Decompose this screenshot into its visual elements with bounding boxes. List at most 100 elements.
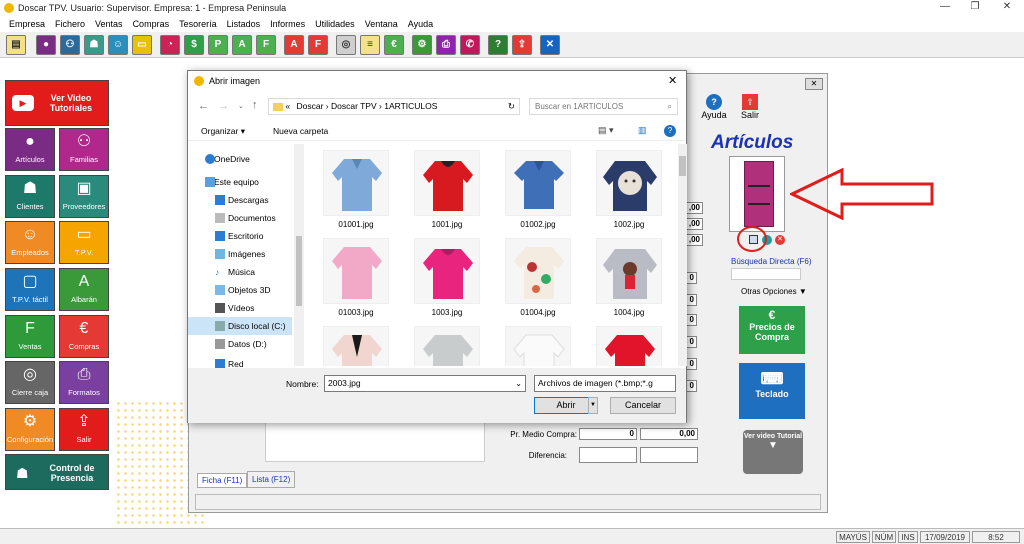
nueva-carpeta-button[interactable]: Nueva carpeta: [273, 126, 328, 136]
empleados-tool-icon[interactable]: ☺: [108, 35, 128, 55]
list-tool-icon[interactable]: ≡: [360, 35, 380, 55]
file-thumbnail[interactable]: [414, 326, 480, 366]
nav-onedrive[interactable]: OneDrive: [188, 150, 288, 168]
forward-icon[interactable]: →: [218, 100, 229, 112]
familias-tool-icon[interactable]: ⚇: [60, 35, 80, 55]
nav-red[interactable]: Red: [188, 355, 288, 368]
file-thumbnail[interactable]: [323, 326, 389, 366]
config-tool-icon[interactable]: ⚙: [412, 35, 432, 55]
sidebar-tile-articulos[interactable]: ● Artículos: [5, 128, 55, 171]
sidebar-tile-salir[interactable]: ⇪ Salir: [59, 408, 109, 451]
articulos-tool-icon[interactable]: ●: [36, 35, 56, 55]
sidebar-tile-tpv-tactil[interactable]: ▢ T.P.V. táctil: [5, 268, 55, 311]
filename-input[interactable]: 2003.jpg ⌄: [324, 375, 526, 392]
phone-tool-icon[interactable]: ✆: [460, 35, 480, 55]
busqueda-directa-link[interactable]: Búsqueda Directa (F6): [731, 257, 811, 266]
preview-pane-icon[interactable]: ▥: [638, 125, 647, 136]
caja-tool-icon[interactable]: ◔: [160, 35, 180, 55]
tab-ficha[interactable]: Ficha (F11): [197, 473, 248, 488]
sidebar-tile-ventas[interactable]: F Ventas: [5, 315, 55, 358]
file-thumbnail[interactable]: [414, 238, 480, 304]
minimize-icon[interactable]: —: [930, 1, 960, 15]
menu-empresa[interactable]: Empresa: [4, 16, 50, 32]
nav-videos[interactable]: Vídeos: [188, 299, 288, 317]
sidebar-tile-tpv[interactable]: ▭ T.P.V.: [59, 221, 109, 264]
factura-compra-tool-icon[interactable]: F: [308, 35, 328, 55]
menu-fichero[interactable]: Fichero: [50, 16, 90, 32]
euro-tool-icon[interactable]: €: [384, 35, 404, 55]
sidebar-tile-familias[interactable]: ⚇ Familias: [59, 128, 109, 171]
menu-ventas[interactable]: Ventas: [90, 16, 128, 32]
dialog-close-icon[interactable]: ✕: [668, 74, 677, 87]
exit-tool-icon[interactable]: ⇪: [512, 35, 532, 55]
dialog-help-icon[interactable]: ?: [664, 125, 676, 137]
nav-este-equipo[interactable]: Este equipo: [188, 173, 288, 191]
menu-ayuda[interactable]: Ayuda: [403, 16, 438, 32]
sidebar-tile-cierre-caja[interactable]: ◎ Cierre caja: [5, 361, 55, 404]
breadcrumb-overflow[interactable]: «: [285, 101, 290, 111]
menu-listados[interactable]: Listados: [222, 16, 266, 32]
abrir-dropdown-button[interactable]: ▼: [588, 397, 598, 414]
file-thumbnail[interactable]: [505, 150, 571, 216]
sidebar-tile-configuracion[interactable]: ⚙ Configuración: [5, 408, 55, 451]
nav-datos[interactable]: Datos (D:): [188, 335, 288, 353]
nav-disco-local[interactable]: Disco local (C:): [188, 317, 292, 335]
menu-ventana[interactable]: Ventana: [360, 16, 403, 32]
view-icon[interactable]: ▤ ▾: [598, 125, 614, 136]
teclado-button[interactable]: ⌨ Teclado: [739, 363, 805, 419]
control-presencia-tile[interactable]: ☗ Control de Presencia: [5, 454, 109, 490]
nav-scrollbar[interactable]: [294, 144, 304, 366]
help-tool-icon[interactable]: ?: [488, 35, 508, 55]
window-close-icon[interactable]: ✕: [805, 78, 823, 90]
file-thumbnail[interactable]: [596, 326, 662, 366]
file-thumbnail[interactable]: [505, 326, 571, 366]
sidebar-tile-empleados[interactable]: ☺ Empleados: [5, 221, 55, 264]
file-thumbnail[interactable]: [505, 238, 571, 304]
search-input[interactable]: Buscar en 1ARTICULOS ⌕: [529, 98, 678, 115]
menu-informes[interactable]: Informes: [265, 16, 310, 32]
safe-tool-icon[interactable]: ◎: [336, 35, 356, 55]
breadcrumb-1articulos[interactable]: 1ARTICULOS: [384, 101, 437, 111]
ayuda-button[interactable]: ? Ayuda: [699, 94, 729, 120]
breadcrumb-doscar[interactable]: Doscar: [296, 101, 323, 111]
menu-utilidades[interactable]: Utilidades: [310, 16, 360, 32]
up-icon[interactable]: ↑: [252, 99, 258, 111]
back-icon[interactable]: ←: [198, 100, 209, 112]
file-thumbnail[interactable]: [323, 150, 389, 216]
nav-escritorio[interactable]: Escritorio: [188, 227, 288, 245]
cancelar-button[interactable]: Cancelar: [610, 397, 676, 414]
busqueda-field[interactable]: [731, 268, 801, 280]
precios-compra-button[interactable]: € Precios de Compra: [739, 306, 805, 354]
presupuesto-tool-icon[interactable]: P: [208, 35, 228, 55]
formatos-tool-icon[interactable]: ⎙: [436, 35, 456, 55]
file-type-select[interactable]: Archivos de imagen (*.bmp;*.g: [534, 375, 676, 392]
salir-button[interactable]: ⇪ Salir: [735, 94, 765, 120]
nav-imagenes[interactable]: Imágenes: [188, 245, 288, 263]
menu-tesoreria[interactable]: Tesorería: [174, 16, 222, 32]
albaran-compra-tool-icon[interactable]: A: [284, 35, 304, 55]
sidebar-tile-clientes[interactable]: ☗ Clientes: [5, 175, 55, 218]
recent-chevron-icon[interactable]: ⌄: [238, 102, 244, 110]
sidebar-tile-formatos[interactable]: ⎙ Formatos: [59, 361, 109, 404]
video-tutorials-tile[interactable]: ▶ Ver Video Tutoriales: [5, 80, 109, 126]
open-icon[interactable]: ▤: [6, 35, 26, 55]
refresh-icon[interactable]: ↻: [508, 99, 515, 114]
sidebar-tile-compras[interactable]: € Compras: [59, 315, 109, 358]
organizar-button[interactable]: Organizar ▾: [201, 126, 245, 137]
file-scrollbar[interactable]: [678, 144, 687, 366]
nav-musica[interactable]: ♪ Música: [188, 263, 288, 281]
file-thumbnail[interactable]: [323, 238, 389, 304]
nav-descargas[interactable]: Descargas: [188, 191, 288, 209]
breadcrumb[interactable]: « Doscar › Doscar TPV › 1ARTICULOS ↻: [268, 98, 520, 115]
sidebar-tile-proveedores[interactable]: ▣ Proveedores: [59, 175, 109, 218]
file-thumbnail[interactable]: [596, 150, 662, 216]
file-thumbnail[interactable]: [596, 238, 662, 304]
factura-tool-icon[interactable]: F: [256, 35, 276, 55]
menu-compras[interactable]: Compras: [128, 16, 175, 32]
nav-documentos[interactable]: Documentos: [188, 209, 288, 227]
nav-objetos-3d[interactable]: Objetos 3D: [188, 281, 288, 299]
image-delete-icon[interactable]: ✕: [775, 235, 785, 245]
tesoreria-tool-icon[interactable]: $: [184, 35, 204, 55]
maximize-icon[interactable]: ❐: [960, 1, 990, 15]
close-icon[interactable]: ✕: [992, 1, 1022, 15]
